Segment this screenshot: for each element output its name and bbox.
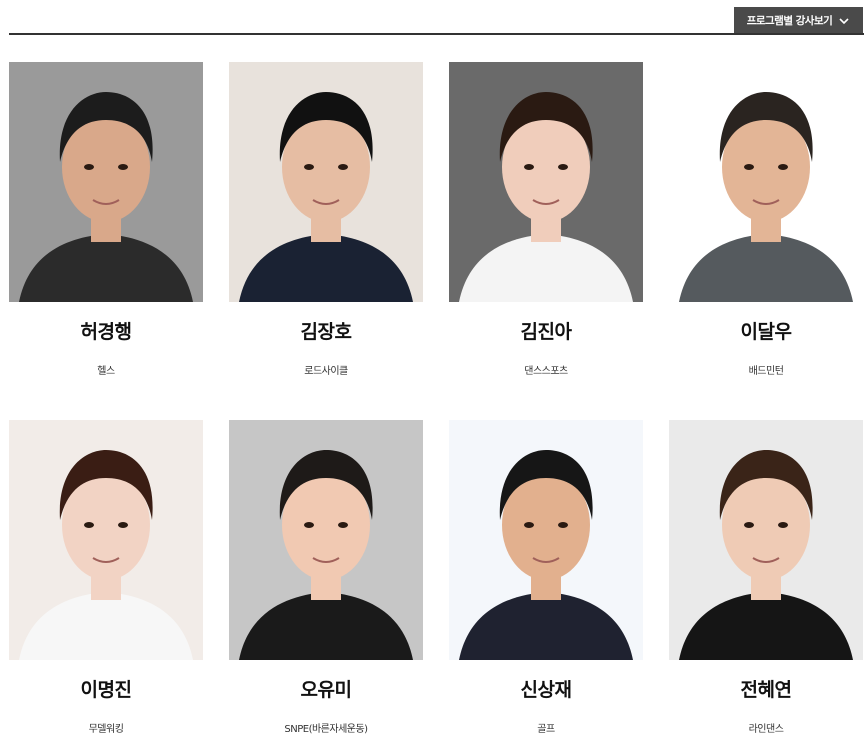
instructor-category: 무델워킹 [88,724,124,735]
instructor-card[interactable]: 김진아 댄스스포츠 [449,62,643,377]
instructor-card[interactable]: 전혜연 라인댄스 [669,420,863,735]
instructor-category: 골프 [537,724,555,735]
portrait-image [449,420,643,660]
instructor-name: 이명진 [80,679,132,701]
instructor-photo [229,420,423,660]
instructor-card[interactable]: 이달우 배드민턴 [669,62,863,377]
instructor-name: 오유미 [300,679,352,701]
instructor-name: 이달우 [740,321,792,343]
chevron-down-icon [839,17,849,24]
instructor-photo [229,62,423,302]
instructor-card[interactable]: 신상재 골프 [449,420,643,735]
instructor-photo [449,62,643,302]
header-divider [9,33,864,35]
instructor-card[interactable]: 김장호 로드사이클 [229,62,423,377]
filter-by-program-button[interactable]: 프로그램별 강사보기 [734,7,863,34]
portrait-image [9,420,203,660]
instructor-card[interactable]: 허경행 헬스 [9,62,203,377]
instructor-category: 라인댄스 [748,724,784,735]
instructor-category: 댄스스포츠 [524,366,568,377]
instructor-photo [9,420,203,660]
instructor-name: 신상재 [520,679,572,701]
instructor-name: 김진아 [520,321,572,343]
instructor-card[interactable]: 오유미 SNPE(바른자세운동) [229,420,423,735]
portrait-image [669,420,863,660]
instructor-photo [669,420,863,660]
instructor-category: 배드민턴 [748,366,784,377]
portrait-image [229,62,423,302]
instructor-photo [9,62,203,302]
instructor-name: 허경행 [80,321,132,343]
filter-button-label: 프로그램별 강사보기 [746,15,833,27]
instructor-card[interactable]: 이명진 무델워킹 [9,420,203,735]
portrait-image [669,62,863,302]
instructor-category: 헬스 [97,366,115,377]
portrait-image [9,62,203,302]
portrait-image [229,420,423,660]
instructor-name: 전혜연 [740,679,792,701]
instructor-photo [669,62,863,302]
portrait-image [449,62,643,302]
instructor-photo [449,420,643,660]
instructor-category: SNPE(바른자세운동) [284,724,368,735]
instructor-category: 로드사이클 [304,366,348,377]
instructor-name: 김장호 [300,321,352,343]
